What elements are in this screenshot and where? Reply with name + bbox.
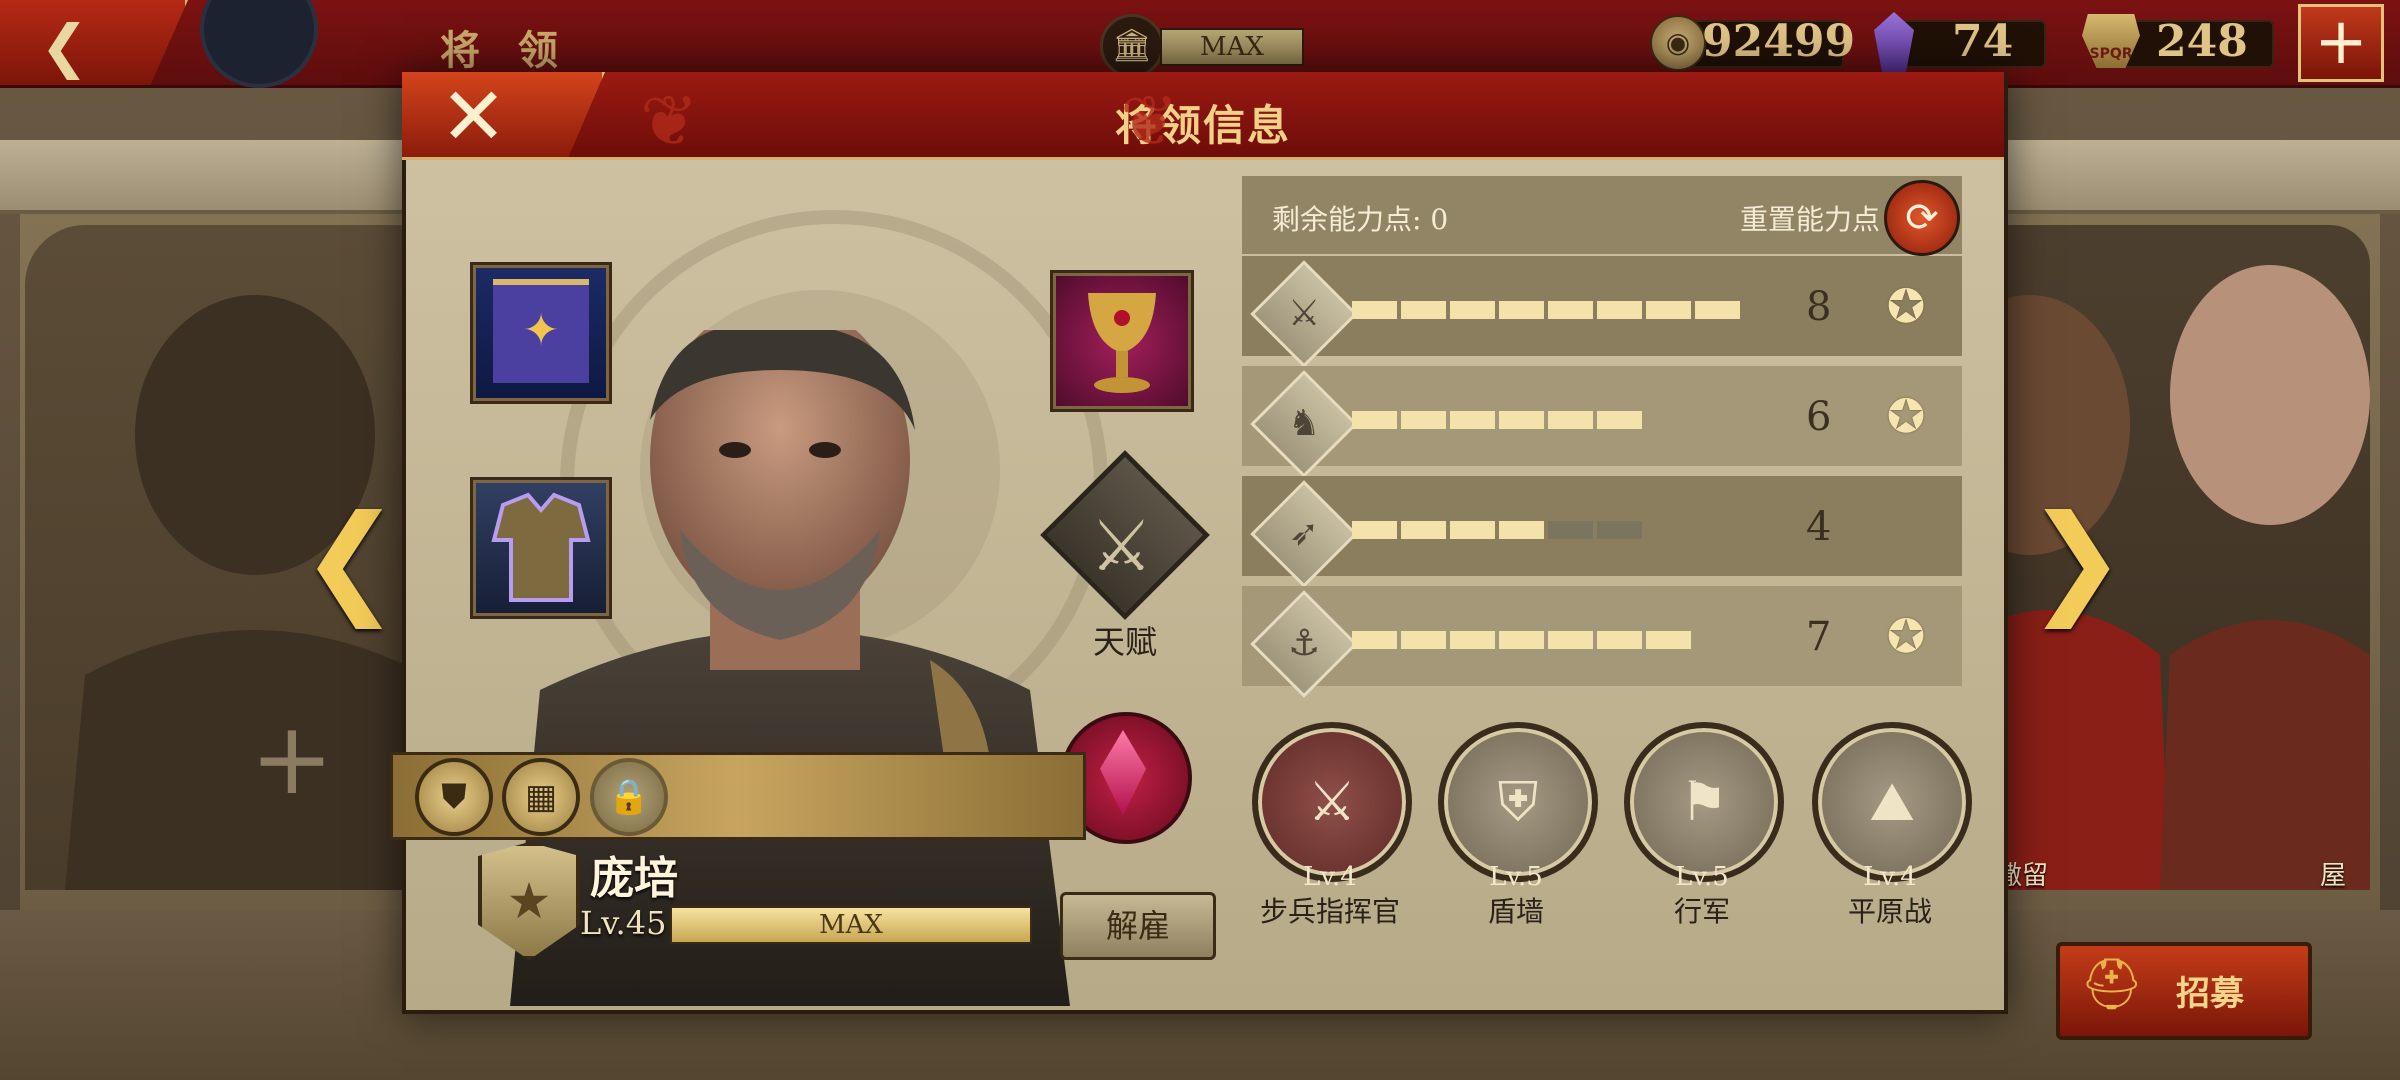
svg-text:✦: ✦ [523, 305, 560, 356]
stat-bar-segment [1499, 411, 1544, 429]
stat-bar [1352, 521, 1642, 539]
stat-value: 4 [1806, 504, 1832, 550]
general-level: Lv.45 [580, 904, 667, 942]
stat-bar [1352, 631, 1691, 649]
stat-bar-segment [1401, 521, 1446, 539]
chalice-icon [1088, 293, 1156, 393]
stat-bar-segment [1450, 631, 1495, 649]
skill-name: 行军 [1673, 895, 1730, 928]
stat-value: 7 [1806, 614, 1832, 660]
stat-bar-segment [1646, 631, 1691, 649]
stat-bar [1352, 301, 1740, 319]
stat-bar-segment [1450, 411, 1495, 429]
armor-equipment-slot[interactable] [470, 477, 612, 619]
stat-bar-segment [1401, 301, 1446, 319]
next-general-arrow-icon[interactable]: ❯ [2026, 490, 2127, 629]
stat-value: 6 [1806, 394, 1832, 440]
stat-bar-segment [1597, 301, 1642, 319]
close-icon: ✕ [440, 70, 508, 163]
general-name-right-2: 屋大维 [2320, 861, 2347, 890]
general-name: 庞培 [590, 853, 678, 904]
remaining-points-label: 剩余能力点: 0 [1272, 203, 1449, 236]
shield-trait-icon[interactable]: ⛊ [415, 758, 493, 836]
stat-bar-segment [1548, 521, 1593, 539]
stat-bar-segment [1597, 411, 1642, 429]
skill-4-icon[interactable]: ⛰ [1812, 722, 1972, 882]
page-title: 将 领 [440, 27, 570, 74]
add-resources-button[interactable]: + [2298, 4, 2384, 82]
stat-bar-segment [1352, 411, 1397, 429]
max-star-badge-icon[interactable]: ✪ [1868, 383, 1944, 449]
crossed-swords-icon: ⚔ [1090, 505, 1153, 587]
stat-bar-segment [1597, 631, 1642, 649]
locked-trait-icon[interactable]: 🔒 [590, 758, 668, 836]
gems-value: 74 [1952, 16, 2014, 67]
prev-general-arrow-icon[interactable]: ❮ [300, 490, 401, 629]
skill-name: 盾墙 [1487, 895, 1544, 928]
stat-bar-segment [1646, 301, 1691, 319]
stat-bar-segment [1548, 411, 1593, 429]
reset-points-label: 重置能力点 [1740, 203, 1881, 236]
treasury-icon[interactable]: 🏛 [1100, 14, 1164, 78]
stat-bar-segment [1548, 301, 1593, 319]
skill-3-icon[interactable]: ⚑ [1624, 722, 1784, 882]
eagle-banner-icon: ✦ [493, 279, 589, 383]
talent-label: 天赋 [1092, 623, 1157, 661]
skill-name: 步兵指挥官 [1259, 895, 1400, 928]
stat-bar-segment [1548, 631, 1593, 649]
stat-bar-segment [1499, 631, 1544, 649]
xp-bar: MAX [670, 906, 1032, 944]
laurel-right-icon: ❦ [1120, 80, 1179, 162]
treasury-status: MAX [1160, 28, 1304, 66]
laurel-left-icon: ❦ [640, 80, 699, 162]
stat-bar-segment [1401, 411, 1446, 429]
skill-level: Lv.5 [1489, 862, 1543, 892]
coin-icon: ◉ [1650, 15, 1706, 71]
armor-icon [491, 492, 591, 602]
back-arrow-icon: ❮ [40, 12, 89, 80]
coins-value: 92499 [1702, 16, 1856, 67]
skill-2-icon[interactable]: ⛨ [1438, 722, 1598, 882]
max-star-badge-icon[interactable]: ✪ [1868, 603, 1944, 669]
stat-bar [1352, 411, 1642, 429]
traits-strip [390, 752, 1086, 840]
stat-value: 8 [1806, 284, 1832, 330]
max-star-badge-icon[interactable]: ✪ [1868, 273, 1944, 339]
stat-bar-segment [1597, 521, 1642, 539]
dismiss-button[interactable]: 解雇 [1060, 892, 1216, 960]
stat-bar-segment [1450, 521, 1495, 539]
skill-level: Lv.4 [1863, 862, 1917, 892]
stat-bar-segment [1352, 301, 1397, 319]
skill-name: 平原战 [1847, 895, 1932, 928]
scroll-trait-icon[interactable]: ▦ [502, 758, 580, 836]
recruit-label: 招募 [2176, 974, 2244, 1014]
stat-bar-segment [1695, 301, 1740, 319]
tokens-value: 248 [2156, 16, 2248, 67]
stat-bar-segment [1499, 301, 1544, 319]
add-general-icon[interactable]: + [250, 700, 334, 817]
reset-points-button[interactable]: ⟳ [1884, 180, 1960, 256]
skill-level: Lv.5 [1675, 862, 1729, 892]
spartan-helmet-icon: ⛑ [2080, 955, 2144, 1013]
stat-bar-segment [1499, 521, 1544, 539]
stat-bar-segment [1352, 521, 1397, 539]
skill-1-icon[interactable]: ⚔ [1252, 722, 1412, 882]
chalice-equipment-slot[interactable] [1050, 270, 1194, 412]
stat-bar-segment [1401, 631, 1446, 649]
stat-bar-segment [1352, 631, 1397, 649]
skill-level: Lv.4 [1303, 862, 1357, 892]
stat-bar-segment [1450, 301, 1495, 319]
banner-equipment-slot[interactable]: ✦ [470, 262, 612, 404]
